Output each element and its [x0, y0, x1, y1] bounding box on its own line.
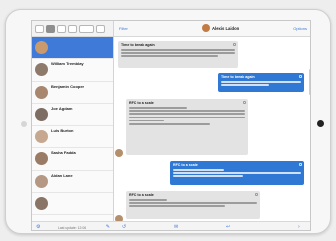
message-bubble[interactable]: RFC to a scale: [126, 191, 260, 219]
chat-pane: Filter Alexis Laidon Options Time to bre…: [114, 21, 310, 230]
attach-icon[interactable]: ✉: [174, 224, 178, 230]
sender-avatar: [115, 149, 123, 157]
message-text-line: [173, 169, 225, 171]
message-bubble[interactable]: Time to break again: [218, 73, 304, 92]
last-update-status: Last update: 12:06: [58, 225, 87, 230]
message-title: RFC to a scale: [173, 163, 198, 167]
message-text-line: [121, 55, 218, 57]
camera-dot: [21, 121, 27, 127]
message-text-line: [221, 84, 269, 86]
message-bubble[interactable]: Time to break again: [118, 41, 238, 68]
list-icon[interactable]: [57, 24, 66, 33]
message-title: RFC to a scale: [129, 101, 154, 105]
message-text-line: [129, 113, 245, 115]
avatar: [35, 63, 48, 77]
message-text-line: [173, 172, 301, 174]
chat-header: Filter Alexis Laidon Options: [114, 21, 310, 37]
avatar: [35, 130, 48, 144]
conversation-item[interactable]: Luis Burton: [32, 126, 113, 149]
message-text-line: [129, 199, 168, 201]
next-icon[interactable]: [96, 24, 105, 33]
message-text-line: [129, 116, 245, 119]
avatar: [35, 152, 48, 166]
message-bubble[interactable]: RFC to a scale: [126, 99, 248, 155]
message-text-line: [129, 122, 211, 125]
message-text-line: [221, 81, 301, 83]
select-checkbox[interactable]: [299, 163, 302, 166]
cog-icon[interactable]: ⚙: [36, 224, 40, 230]
conversation-item[interactable]: William Tremblay: [32, 59, 113, 82]
compose-icon[interactable]: ✎: [106, 224, 110, 230]
conversation-name: Aidan Lane: [51, 172, 73, 178]
select-checkbox[interactable]: [243, 101, 246, 104]
conversation-item[interactable]: Sasha Fadda: [32, 148, 113, 171]
contact-avatar: [202, 24, 210, 32]
previous-icon[interactable]: [68, 24, 77, 33]
filter-button[interactable]: Filter: [119, 26, 128, 31]
options-button[interactable]: Options: [293, 26, 307, 31]
message-text-line: [173, 175, 244, 177]
message-text-line: [129, 110, 245, 112]
conversation-item[interactable]: Joe Agdam: [32, 104, 113, 127]
message-text-line: [121, 52, 235, 54]
message-title: RFC to a scale: [129, 193, 154, 197]
app-screen: William Tremblay Benjamin Cooper Joe Agd…: [31, 20, 311, 231]
conversation-name: Sasha Fadda: [51, 150, 76, 156]
avatar: [35, 174, 48, 188]
sidebar-toolbar: [32, 21, 113, 37]
select-checkbox[interactable]: [299, 75, 302, 78]
message-text-line: [129, 202, 257, 204]
dropdown-icon[interactable]: [79, 24, 94, 33]
conversation-name: Joe Agdam: [51, 105, 73, 111]
conversation-name: William Tremblay: [51, 61, 84, 67]
message-text-line: [121, 49, 235, 51]
conversation-sidebar: William Tremblay Benjamin Cooper Joe Agd…: [32, 21, 114, 230]
select-checkbox[interactable]: [233, 43, 236, 46]
avatar: [35, 107, 48, 121]
message-title: Time to break again: [221, 75, 255, 79]
scrollbar[interactable]: [309, 69, 310, 95]
message-title: Time to break again: [121, 43, 155, 47]
conversation-item[interactable]: [32, 193, 113, 216]
sidebar-footer: ⚙ Last update: 12:06 ✎: [32, 221, 114, 230]
conversation-name: Luis Burton: [51, 128, 74, 134]
message-text-line: [129, 205, 225, 207]
reply-icon[interactable]: ↩: [226, 224, 230, 230]
inbox-icon[interactable]: [46, 24, 55, 33]
message-text-line: [129, 119, 164, 122]
conversation-item[interactable]: Aidan Lane: [32, 171, 113, 194]
avatar: [35, 85, 48, 99]
forward-icon[interactable]: ›: [298, 224, 300, 230]
conversation-name: Benjamin Cooper: [51, 83, 85, 89]
conversation-item[interactable]: [32, 37, 113, 60]
menu-icon[interactable]: [35, 24, 44, 33]
avatar: [35, 197, 48, 211]
contact-name: Alexis Laidon: [212, 26, 240, 31]
conversation-item[interactable]: Benjamin Cooper: [32, 82, 113, 104]
undo-icon[interactable]: ↺: [122, 224, 126, 230]
select-checkbox[interactable]: [255, 193, 258, 196]
message-text-line: [129, 107, 187, 109]
home-button[interactable]: [317, 120, 324, 127]
chat-toolbar: ↺ ✉ ↩ ›: [114, 221, 310, 230]
avatar: [35, 41, 48, 54]
message-bubble[interactable]: RFC to a scale: [170, 161, 304, 185]
